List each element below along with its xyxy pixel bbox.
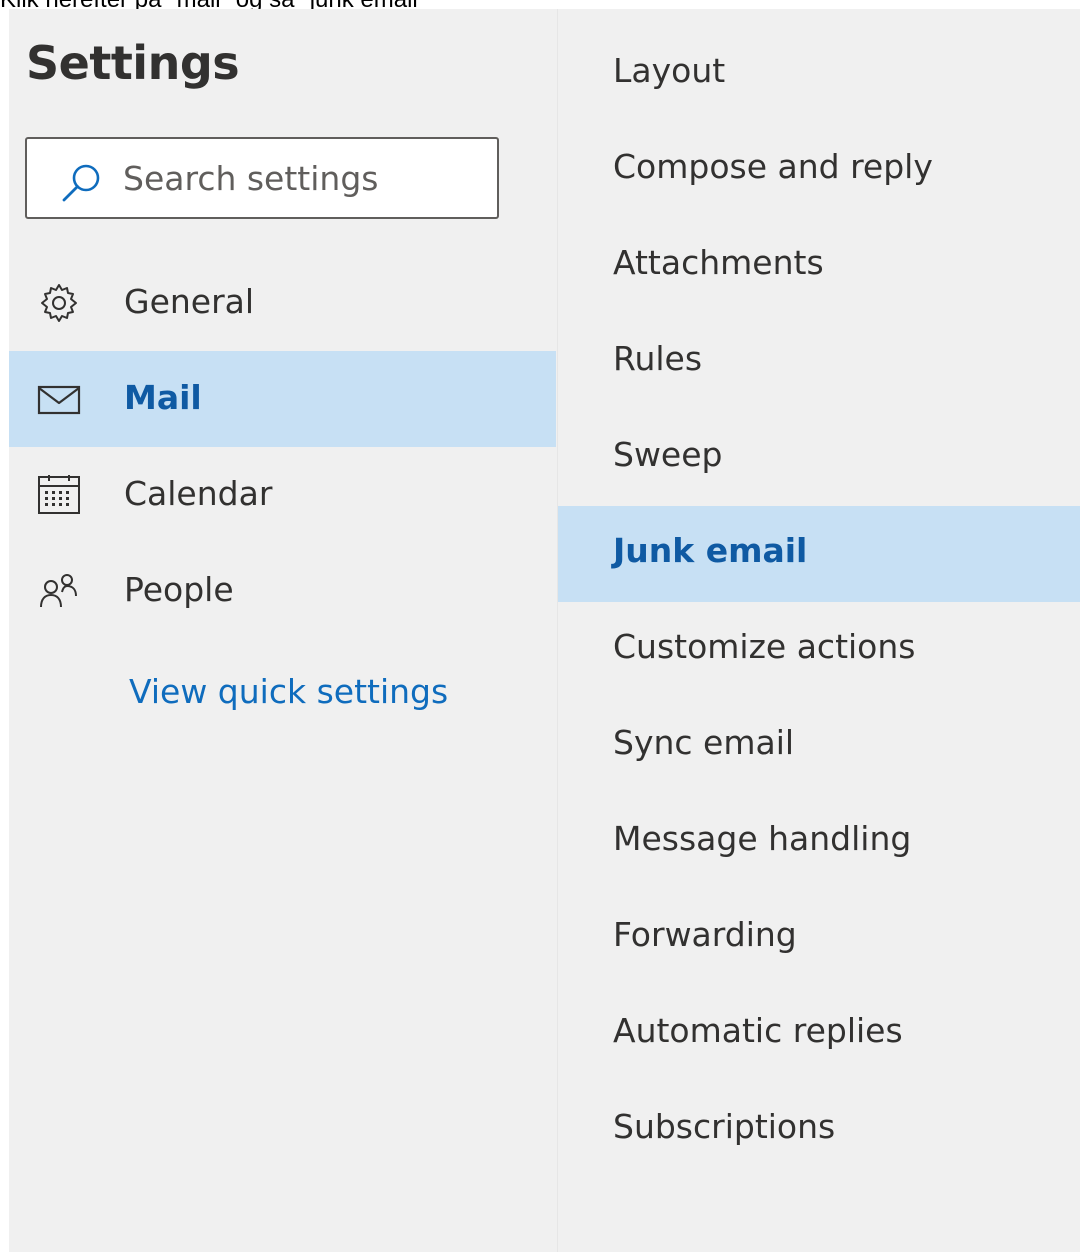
subsection-label: Automatic replies xyxy=(613,1011,903,1050)
search-box[interactable] xyxy=(25,137,499,219)
subsection-sweep[interactable]: Sweep xyxy=(558,410,1080,506)
nav-label-calendar: Calendar xyxy=(124,474,273,513)
subsection-sync-email[interactable]: Sync email xyxy=(558,698,1080,794)
subsection-label: Message handling xyxy=(613,819,912,858)
subsection-layout[interactable]: Layout xyxy=(558,26,1080,122)
subsection-rules[interactable]: Rules xyxy=(558,314,1080,410)
subsection-label: Customize actions xyxy=(613,627,916,666)
page-title: Settings xyxy=(26,36,240,90)
search-input[interactable] xyxy=(123,153,483,203)
nav-item-mail[interactable]: Mail xyxy=(9,351,556,447)
nav-item-people[interactable]: People xyxy=(9,543,556,639)
gear-icon xyxy=(41,284,77,322)
search-icon xyxy=(62,164,100,202)
subsection-compose-and-reply[interactable]: Compose and reply xyxy=(558,122,1080,218)
nav-label-mail: Mail xyxy=(124,378,202,417)
subsection-customize-actions[interactable]: Customize actions xyxy=(558,602,1080,698)
mail-subsection-pane: Layout Compose and reply Attachments Rul… xyxy=(558,9,1080,1252)
subsection-label: Subscriptions xyxy=(613,1107,836,1146)
nav-item-general[interactable]: General xyxy=(9,255,556,351)
subsection-label: Compose and reply xyxy=(613,147,933,186)
subsection-forwarding[interactable]: Forwarding xyxy=(558,890,1080,986)
subsection-automatic-replies[interactable]: Automatic replies xyxy=(558,986,1080,1082)
subsection-subscriptions[interactable]: Subscriptions xyxy=(558,1082,1080,1178)
people-icon xyxy=(40,574,77,608)
nav-label-people: People xyxy=(124,570,234,609)
nav-label-general: General xyxy=(124,282,255,321)
subsection-label: Rules xyxy=(613,339,703,378)
subsection-label: Sync email xyxy=(613,723,795,762)
subsection-junk-email[interactable]: Junk email xyxy=(558,506,1080,602)
settings-nav-pane: Settings General Mail xyxy=(9,9,557,1252)
settings-panel: Settings General Mail xyxy=(9,9,1080,1252)
subsection-label: Sweep xyxy=(613,435,723,474)
subsection-label: Attachments xyxy=(613,243,824,282)
calendar-icon xyxy=(38,475,80,514)
subsection-label: Layout xyxy=(613,51,726,90)
subsection-message-handling[interactable]: Message handling xyxy=(558,794,1080,890)
subsection-label: Forwarding xyxy=(613,915,797,954)
subsection-attachments[interactable]: Attachments xyxy=(558,218,1080,314)
subsection-label: Junk email xyxy=(613,531,808,570)
nav-item-calendar[interactable]: Calendar xyxy=(9,447,556,543)
view-quick-settings-link[interactable]: View quick settings xyxy=(129,667,448,717)
mail-icon xyxy=(37,385,81,415)
